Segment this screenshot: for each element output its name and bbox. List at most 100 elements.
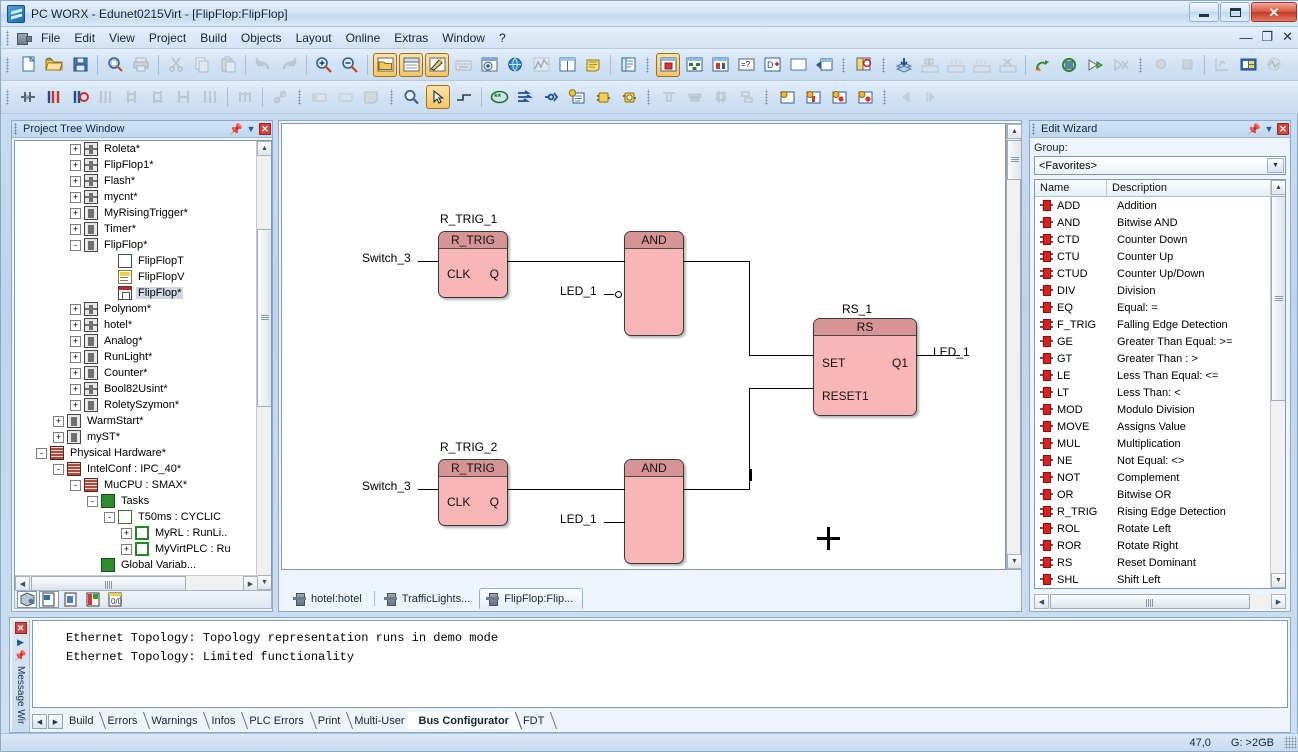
tree-node[interactable]: + RunLight* — [15, 349, 253, 365]
project-tree-pin-icon[interactable]: 📌 — [229, 122, 243, 136]
document-tab-hotel[interactable]: hotel:hotel — [287, 588, 371, 609]
split-window-icon[interactable] — [555, 53, 579, 77]
scroll-left-icon[interactable]: ◀ — [15, 576, 30, 590]
menu-help[interactable]: ? — [492, 29, 513, 47]
tree-node[interactable]: + mycnt* — [15, 189, 253, 205]
magnifier-icon[interactable] — [400, 85, 424, 109]
edit-wizard-icon[interactable] — [425, 52, 449, 77]
menu-view[interactable]: View — [102, 29, 142, 47]
menu-window[interactable]: Window — [435, 29, 492, 47]
scroll-down-icon[interactable]: ▼ — [257, 575, 271, 590]
tree-node[interactable]: + RoletySzymon* — [15, 397, 253, 413]
notes-icon[interactable] — [581, 53, 605, 77]
block-properties-icon[interactable] — [617, 85, 641, 109]
expand-icon[interactable]: + — [70, 399, 81, 411]
menu-project[interactable]: Project — [142, 29, 193, 47]
toolbar2-grip-e[interactable] — [764, 89, 771, 105]
edit-wizard-item[interactable]: CTU Counter Up — [1035, 248, 1285, 265]
signal-led1-and-top[interactable]: LED_1 — [560, 284, 597, 298]
edit-wizard-item[interactable]: ROL Rotate Left — [1035, 520, 1285, 537]
message-tab-multi-user[interactable]: Multi-User — [343, 712, 418, 729]
tree-node[interactable]: + MyRisingTrigger* — [15, 205, 253, 221]
align-middle-icon[interactable] — [683, 85, 707, 109]
zoom-in-icon[interactable] — [312, 53, 336, 77]
message-tab-prev-icon[interactable]: ◀ — [32, 714, 47, 729]
scroll-thumb[interactable] — [257, 229, 271, 407]
warm-start-icon[interactable] — [970, 53, 994, 77]
debug-on-icon[interactable] — [1031, 53, 1055, 77]
ew-scroll-thumb[interactable] — [1271, 196, 1285, 401]
device-list-icon[interactable]: =? — [734, 53, 758, 77]
cut-icon[interactable] — [164, 53, 188, 77]
toolbar1-grip-b[interactable] — [645, 56, 652, 73]
tree-node[interactable]: - T50ms : CYCLIC — [15, 509, 253, 525]
edit-wizard-item[interactable]: NE Not Equal: <> — [1035, 452, 1285, 469]
document-tab-flipflop[interactable]: FlipFlop:Flip... — [479, 588, 584, 609]
column-header-name[interactable]: Name — [1035, 180, 1107, 196]
resize-grip-icon[interactable] — [1284, 736, 1297, 749]
contact-series-icon[interactable] — [42, 85, 66, 109]
tree-node[interactable]: + myST* — [15, 429, 253, 445]
function-block-and-bottom[interactable]: AND — [624, 459, 684, 564]
expand-icon[interactable]: + — [70, 319, 81, 331]
close-button[interactable]: ✕ — [1251, 2, 1297, 22]
collapse-icon[interactable]: - — [70, 479, 81, 491]
editor-scroll-thumb[interactable] — [1007, 140, 1022, 180]
keyboard-icon[interactable] — [451, 53, 475, 77]
edit-wizard-item[interactable]: LE Less Than Equal: <= — [1035, 367, 1285, 384]
menu-online[interactable]: Online — [339, 29, 388, 47]
process-data-icon[interactable] — [708, 53, 732, 77]
menu-extras[interactable]: Extras — [387, 29, 435, 47]
network-icon[interactable]: ** — [487, 85, 511, 109]
edit-wizard-item[interactable]: F_TRIG Falling Edge Detection — [1035, 316, 1285, 333]
edit-wizard-item[interactable]: CTUD Counter Up/Down — [1035, 265, 1285, 282]
connect-line-icon[interactable] — [452, 85, 476, 109]
logic-analyzer-icon[interactable] — [1262, 53, 1286, 77]
distribute-icon[interactable] — [735, 85, 759, 109]
connector-icon[interactable] — [539, 85, 563, 109]
tree-node[interactable]: - Physical Hardware* — [15, 445, 253, 461]
tree-node[interactable]: + Timer* — [15, 221, 253, 237]
align-bottom-icon[interactable] — [709, 85, 733, 109]
toolbar2-grip-c[interactable] — [389, 89, 396, 105]
edit-wizard-item[interactable]: CTD Counter Down — [1035, 231, 1285, 248]
expand-icon[interactable]: + — [70, 335, 81, 347]
align-top-icon[interactable] — [657, 85, 681, 109]
step-right-icon[interactable] — [919, 85, 943, 109]
collapse-icon[interactable]: - — [53, 463, 64, 475]
function-block-and-top[interactable]: AND — [624, 231, 684, 336]
project-tree-hscrollbar[interactable]: ◀ ▶ — [15, 575, 258, 590]
tree-node[interactable]: FlipFlopV — [15, 269, 253, 285]
expand-icon[interactable]: + — [70, 159, 81, 171]
expand-icon[interactable]: + — [121, 543, 132, 555]
minimize-button[interactable] — [1189, 2, 1219, 22]
download-project-icon[interactable] — [918, 53, 942, 77]
function-block-rtrig1[interactable]: R_TRIG CLK Q — [438, 231, 508, 298]
collapse-icon[interactable]: - — [36, 447, 47, 459]
zoom-out-icon[interactable] — [338, 53, 362, 77]
message-tab-plc-errors[interactable]: PLC Errors — [238, 712, 317, 729]
document-system-icon[interactable] — [15, 31, 32, 45]
contact-normally-open-icon[interactable]: K — [16, 85, 40, 109]
toolbar1-grip-d[interactable] — [881, 56, 888, 73]
tree-node[interactable]: + Flash* — [15, 173, 253, 189]
expand-icon[interactable]: + — [70, 351, 81, 363]
edit-wizard-item[interactable]: R_TRIG Rising Edge Detection — [1035, 503, 1285, 520]
bookmark-4-icon[interactable] — [853, 85, 877, 109]
tree-node[interactable]: - FlipFlop* — [15, 237, 253, 253]
signal-switch3-top[interactable]: Switch_3 — [362, 251, 411, 265]
bus-configurator-icon[interactable] — [656, 52, 680, 77]
redo-icon[interactable] — [277, 53, 301, 77]
document-tab-trafficlights[interactable]: TrafficLights... — [378, 588, 479, 609]
undo-icon[interactable] — [251, 53, 275, 77]
stop-debug-icon[interactable] — [1175, 53, 1199, 77]
expand-icon[interactable]: + — [70, 191, 81, 203]
add-block-icon[interactable] — [591, 85, 615, 109]
tree-node[interactable]: + Counter* — [15, 365, 253, 381]
tree-node[interactable]: + Roleta* — [15, 141, 253, 157]
tree-node[interactable]: Global Variab... — [15, 557, 253, 573]
tree-node[interactable]: FlipFlop* — [15, 285, 253, 301]
tree-node[interactable]: + MyVirtPLC : Ru — [15, 541, 253, 557]
input-variable-icon[interactable] — [308, 85, 332, 109]
message-output-area[interactable]: Ethernet Topology: Topology representati… — [32, 620, 1288, 708]
